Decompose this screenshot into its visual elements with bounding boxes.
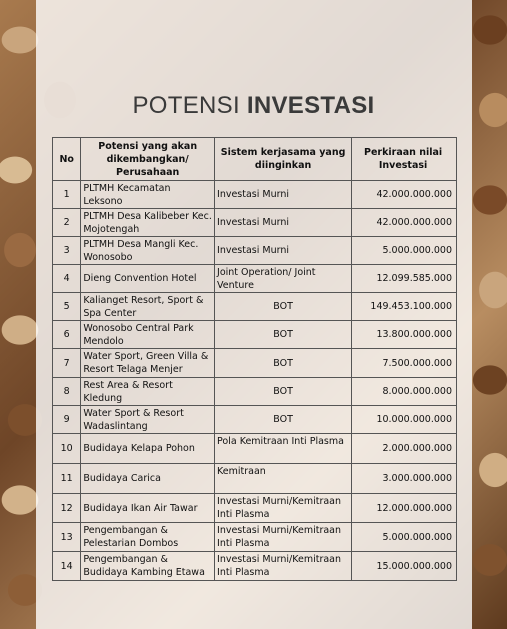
cell-no: 13 [51,522,82,552]
cell-investasi: 149.453.100.000 [351,292,457,321]
cell-investasi: 5.000.000.000 [351,236,457,265]
header-sistem: Sistem kerjasama yang diinginkan [214,137,353,181]
header-investasi: Perkiraan nilai Investasi [351,137,457,181]
cell-potensi: Water Sport, Green Villa & Resort Telaga… [80,348,216,378]
header-no: No [51,137,82,181]
cell-potensi: Pengembangan & Pelestarian Dombos [80,522,216,552]
cell-no: 14 [51,551,82,581]
cell-no: 5 [51,292,82,321]
table-row: 9 Water Sport & Resort Wadaslintang BOT … [51,405,457,434]
table-row: 5 Kalianget Resort, Sport & Spa Center B… [51,292,457,321]
cell-potensi: PLTMH Kecamatan Leksono [80,180,216,209]
cell-sistem: BOT [214,348,353,378]
cell-investasi: 7.500.000.000 [351,348,457,378]
cell-no: 11 [51,463,82,494]
cell-no: 9 [51,405,82,434]
cell-no: 8 [51,377,82,406]
page-title-normal: POTENSI [132,92,240,119]
investment-table: No Potensi yang akan dikembangkan/ Perus… [51,137,457,581]
cell-potensi: Budidaya Ikan Air Tawar [80,493,216,523]
cell-sistem: Pola Kemitraan Inti Plasma [214,433,353,464]
table-row: 13 Pengembangan & Pelestarian Dombos Inv… [51,522,457,552]
header-potensi: Potensi yang akan dikembangkan/ Perusaha… [80,137,216,181]
cell-potensi: Dieng Convention Hotel [80,264,216,293]
cell-potensi: Wonosobo Central Park Mendolo [80,320,216,349]
cell-no: 12 [51,493,82,523]
cell-sistem: Investasi Murni/Kemitraan Inti Plasma [214,522,353,552]
cell-no: 3 [51,236,82,265]
cell-no: 2 [51,208,82,237]
cell-potensi: Budidaya Carica [80,463,216,494]
cell-potensi: Pengembangan & Budidaya Kambing Etawa [80,551,216,581]
cell-investasi: 8.000.000.000 [351,377,457,406]
table-row: 14 Pengembangan & Budidaya Kambing Etawa… [51,551,457,581]
table-row: 6 Wonosobo Central Park Mendolo BOT 13.8… [51,320,457,349]
cell-sistem: BOT [214,405,353,434]
table-row: 7 Water Sport, Green Villa & Resort Tela… [51,348,457,378]
page-title-bold: INVESTASI [246,92,375,119]
cell-investasi: 3.000.000.000 [351,463,457,494]
cell-potensi: Rest Area & Resort Kledung [80,377,216,406]
cell-no: 6 [51,320,82,349]
cell-potensi: PLTMH Desa Mangli Kec. Wonosobo [80,236,216,265]
table-row: 1 PLTMH Kecamatan Leksono Investasi Murn… [51,180,457,209]
table-row: 11 Budidaya Carica Kemitraan 3.000.000.0… [51,463,457,494]
cell-sistem: Investasi Murni/Kemitraan Inti Plasma [214,551,353,581]
cell-sistem: BOT [214,292,353,321]
cell-sistem: Kemitraan [214,463,353,494]
page-title: POTENSI INVESTASI [0,92,507,120]
cell-sistem: BOT [214,320,353,349]
cell-sistem: Investasi Murni/Kemitraan Inti Plasma [214,493,353,523]
cell-investasi: 10.000.000.000 [351,405,457,434]
cell-potensi: PLTMH Desa Kalibeber Kec. Mojotengah [80,208,216,237]
cell-potensi: Water Sport & Resort Wadaslintang [80,405,216,434]
cell-investasi: 15.000.000.000 [351,551,457,581]
cell-investasi: 42.000.000.000 [351,180,457,209]
cell-investasi: 12.000.000.000 [351,493,457,523]
cell-investasi: 13.800.000.000 [351,320,457,349]
cell-no: 7 [51,348,82,378]
table-row: 10 Budidaya Kelapa Pohon Pola Kemitraan … [51,433,457,464]
cell-investasi: 5.000.000.000 [351,522,457,552]
table-row: 3 PLTMH Desa Mangli Kec. Wonosobo Invest… [51,236,457,265]
cell-no: 4 [51,264,82,293]
table-row: 8 Rest Area & Resort Kledung BOT 8.000.0… [51,377,457,406]
table-row: 4 Dieng Convention Hotel Joint Operation… [51,264,457,293]
cell-sistem: Investasi Murni [214,208,353,237]
cell-investasi: 12.099.585.000 [351,264,457,293]
cell-investasi: 42.000.000.000 [351,208,457,237]
cell-sistem: Investasi Murni [214,236,353,265]
table-row: 12 Budidaya Ikan Air Tawar Investasi Mur… [51,493,457,523]
cell-sistem: BOT [214,377,353,406]
cell-no: 1 [51,180,82,209]
cell-potensi: Kalianget Resort, Sport & Spa Center [80,292,216,321]
cell-investasi: 2.000.000.000 [351,433,457,464]
table-header-row: No Potensi yang akan dikembangkan/ Perus… [51,137,457,181]
cell-sistem: Investasi Murni [214,180,353,209]
cell-sistem: Joint Operation/ Joint Venture [214,264,353,293]
table-row: 2 PLTMH Desa Kalibeber Kec. Mojotengah I… [51,208,457,237]
cell-potensi: Budidaya Kelapa Pohon [80,433,216,464]
cell-no: 10 [51,433,82,464]
